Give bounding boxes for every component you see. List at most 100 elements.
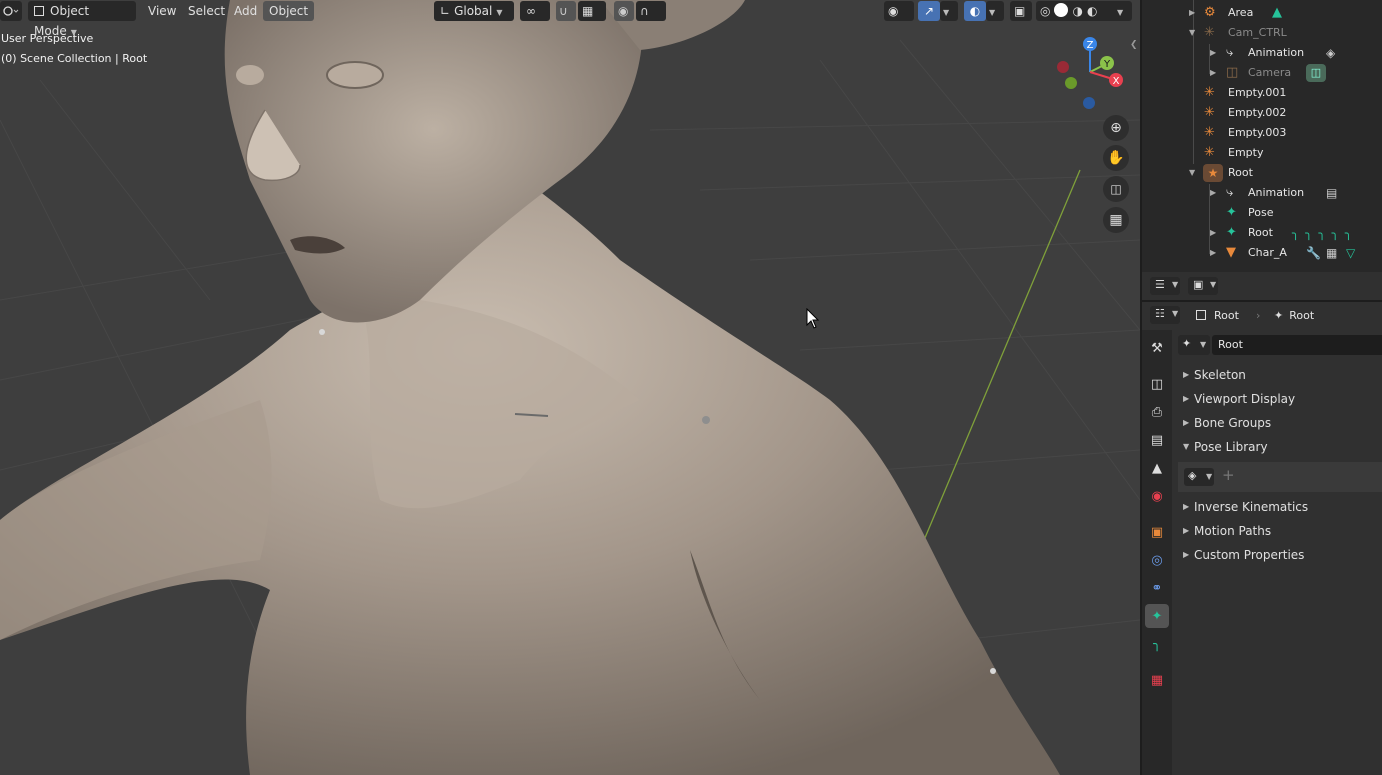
- properties-editor[interactable]: ☷ ▼ Root › ✦ Root ⚒ ◫ ⎙ ▤ ▲ ◉ ▣ ◎ ⚭ ✦ ╮ ▦ …: [1140, 300, 1382, 775]
- bone-marker: [319, 329, 325, 335]
- ortho-toggle-button[interactable]: ▦: [1103, 207, 1129, 233]
- outliner-row-empty-002[interactable]: ✳ Empty.002: [1142, 103, 1382, 123]
- outliner-row-root[interactable]: ▼ ★ Root: [1142, 163, 1382, 183]
- camera-view-button[interactable]: ◫: [1103, 176, 1129, 202]
- tab-constraints[interactable]: ⚭: [1145, 576, 1169, 600]
- material-shading-icon[interactable]: ◑: [1072, 4, 1082, 18]
- pose-library-browse-dropdown[interactable]: ◈ ▼: [1184, 468, 1214, 486]
- outliner-row-empty-001[interactable]: ✳ Empty.001: [1142, 83, 1382, 103]
- eye-icon: ◉: [888, 4, 899, 18]
- breadcrumb-object[interactable]: Root: [1196, 306, 1239, 326]
- pivot-dropdown[interactable]: ∞: [520, 1, 550, 21]
- tab-world[interactable]: ◉: [1145, 484, 1169, 508]
- vertex-groups-icon: ▦: [1326, 246, 1338, 260]
- panel-custom-properties[interactable]: ▶ Custom Properties: [1178, 544, 1382, 566]
- menu-object[interactable]: Object: [263, 1, 315, 21]
- gizmo-toggle[interactable]: ↗: [918, 1, 940, 21]
- collapse-arrow-icon[interactable]: ▼: [1189, 163, 1195, 183]
- pivot-icon: ∞: [526, 4, 536, 18]
- filter-dropdown[interactable]: ▣ ▼: [1188, 277, 1218, 295]
- outliner-row-empty-003[interactable]: ✳ Empty.003: [1142, 123, 1382, 143]
- editor-type-icon: [3, 6, 19, 16]
- wireframe-shading-icon[interactable]: ◎: [1040, 4, 1050, 18]
- tab-object[interactable]: ▣: [1145, 520, 1169, 544]
- rendered-shading-icon[interactable]: ◐: [1087, 4, 1097, 18]
- visibility-dropdown[interactable]: ◉: [884, 1, 914, 21]
- xray-toggle[interactable]: ▣: [1010, 1, 1032, 21]
- modifier-wrench-icon: 🔧: [1306, 246, 1321, 260]
- navigation-gizmo[interactable]: Z Y X: [1050, 34, 1130, 110]
- shading-dropdown[interactable]: ▼: [1114, 1, 1132, 21]
- outliner-row-camera[interactable]: ▶ ◫ Camera ◫: [1142, 63, 1382, 83]
- tab-view-layer[interactable]: ▤: [1145, 428, 1169, 452]
- outliner-row-empty[interactable]: ✳ Empty: [1142, 143, 1382, 163]
- expand-arrow-icon[interactable]: ▶: [1189, 3, 1195, 23]
- tab-armature-data[interactable]: ✦: [1145, 604, 1169, 628]
- outliner-row-char-a[interactable]: ▶ ▼ Char_A 🔧 ▦ ▽: [1142, 243, 1382, 263]
- falloff-dropdown[interactable]: ∩: [636, 1, 666, 21]
- panel-inverse-kinematics[interactable]: ▶ Inverse Kinematics: [1178, 496, 1382, 518]
- outliner-row-cam-ctrl[interactable]: ▼ ✳ Cam_CTRL: [1142, 23, 1382, 43]
- outliner[interactable]: ▶ ⚙ Area ▲ ▼ ✳ Cam_CTRL ▶ ⤷ Animation ◈ …: [1140, 0, 1382, 272]
- tab-render[interactable]: ◫: [1145, 372, 1169, 396]
- proportional-edit-toggle[interactable]: ◉: [614, 1, 634, 21]
- mesh-icon: ▼: [1226, 245, 1236, 260]
- overlays-dropdown[interactable]: ▼: [986, 1, 1004, 21]
- panel-viewport-display[interactable]: ▶ Viewport Display: [1178, 388, 1382, 410]
- 3d-viewport[interactable]: Object Mode ▼ View Select Add Object ∟ Glo…: [0, 0, 1140, 775]
- armature-browse-dropdown[interactable]: ✦ ▼: [1178, 335, 1210, 355]
- outliner-row-animation-2[interactable]: ▶ ⤷ Animation ▤: [1142, 183, 1382, 203]
- zoom-button[interactable]: ⊕: [1103, 115, 1129, 141]
- properties-header: ☷ ▼ Root › ✦ Root: [1142, 302, 1382, 330]
- panel-bone-groups[interactable]: ▶ Bone Groups: [1178, 412, 1382, 434]
- gizmo-icon: ↗: [923, 4, 935, 18]
- sidebar-toggle-icon[interactable]: ❮: [1130, 40, 1138, 50]
- camera-data-icon: ◫: [1306, 64, 1326, 82]
- solid-shading-icon[interactable]: [1054, 3, 1069, 17]
- expand-arrow-icon[interactable]: ▶: [1210, 243, 1216, 263]
- pose-library-icon: ◈: [1188, 469, 1197, 482]
- panel-motion-paths[interactable]: ▶ Motion Paths: [1178, 520, 1382, 542]
- display-mode-dropdown[interactable]: ☰ ▼: [1150, 277, 1180, 295]
- expand-arrow-icon[interactable]: ▶: [1210, 183, 1216, 203]
- editor-type-dropdown[interactable]: [0, 1, 22, 21]
- pan-button[interactable]: ✋: [1103, 145, 1129, 171]
- menu-view[interactable]: View: [142, 1, 182, 21]
- expand-arrow-icon[interactable]: ▶: [1210, 43, 1216, 63]
- gizmo-neg-y[interactable]: [1065, 77, 1077, 89]
- tab-physics[interactable]: ◎: [1145, 548, 1169, 572]
- pose-library-add-button[interactable]: +: [1222, 466, 1235, 484]
- tab-output[interactable]: ⎙: [1145, 400, 1169, 424]
- menu-select[interactable]: Select: [182, 1, 231, 21]
- tab-scene[interactable]: ▲: [1145, 456, 1169, 480]
- outliner-row-label: Pose: [1248, 206, 1274, 219]
- menu-add[interactable]: Add: [228, 1, 263, 21]
- snap-toggle[interactable]: ∪: [556, 1, 576, 21]
- display-mode-icon: ☰: [1155, 278, 1165, 291]
- gizmo-neg-x[interactable]: [1057, 61, 1069, 73]
- outliner-row-animation[interactable]: ▶ ⤷ Animation ◈: [1142, 43, 1382, 63]
- outliner-row-label: Empty.001: [1228, 86, 1287, 99]
- outliner-row-root-data[interactable]: ▶ ✦ Root ╮╮╮╮╮: [1142, 223, 1382, 243]
- expand-arrow-icon[interactable]: ▶: [1210, 63, 1216, 83]
- armature-name-field[interactable]: Root: [1212, 335, 1382, 355]
- tab-tool[interactable]: ⚒: [1145, 336, 1169, 360]
- expand-arrow-icon[interactable]: ▶: [1210, 223, 1216, 243]
- outliner-row-pose[interactable]: ✦ Pose: [1142, 203, 1382, 223]
- transform-orientation-dropdown[interactable]: ∟ Global ▼: [434, 1, 514, 21]
- empty-icon: ✳: [1204, 145, 1215, 160]
- tab-texture[interactable]: ▦: [1145, 668, 1169, 692]
- panel-pose-library[interactable]: ▼ Pose Library: [1178, 436, 1382, 458]
- breadcrumb-data[interactable]: ✦ Root: [1274, 306, 1314, 326]
- tab-bone[interactable]: ╮: [1145, 632, 1169, 656]
- overlays-toggle[interactable]: ◐: [964, 1, 986, 21]
- xray-icon: ▣: [1014, 4, 1026, 18]
- panel-skeleton[interactable]: ▶ Skeleton: [1178, 364, 1382, 386]
- snap-target-dropdown[interactable]: ▦: [578, 1, 606, 21]
- collapse-arrow-icon[interactable]: ▼: [1189, 23, 1195, 43]
- gizmo-dropdown[interactable]: ▼: [940, 1, 958, 21]
- gizmo-neg-z[interactable]: [1083, 97, 1095, 109]
- properties-editor-type-dropdown[interactable]: ☷ ▼: [1150, 306, 1180, 324]
- outliner-row-area[interactable]: ▶ ⚙ Area ▲: [1142, 3, 1382, 23]
- mode-dropdown[interactable]: Object Mode ▼: [28, 1, 136, 38]
